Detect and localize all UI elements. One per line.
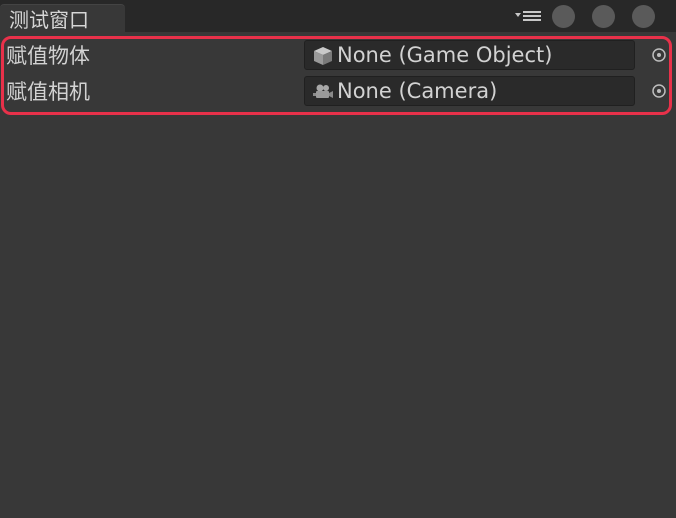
camera-object-field[interactable]: None (Camera) <box>304 76 635 106</box>
gameobject-field-label: 赋值物体 <box>6 44 90 68</box>
title-bar: 测试窗口 <box>0 0 676 32</box>
camera-field-label: 赋值相机 <box>6 80 90 104</box>
object-picker-icon[interactable] <box>651 83 667 99</box>
gameobject-object-field[interactable]: None (Game Object) <box>304 40 635 70</box>
camera-field-value: None (Camera) <box>337 79 498 103</box>
window-tab[interactable]: 测试窗口 <box>0 4 125 32</box>
tab-menu-icon[interactable] <box>513 8 543 22</box>
window-button-icon[interactable] <box>632 5 655 28</box>
window-tab-label: 测试窗口 <box>9 8 89 32</box>
gameobject-field-value: None (Game Object) <box>337 43 553 67</box>
camera-field-row: 赋值相机 None (Camera) <box>0 75 676 109</box>
window-button-icon[interactable] <box>552 5 575 28</box>
window-button-icon[interactable] <box>592 5 615 28</box>
object-picker-icon[interactable] <box>651 47 667 63</box>
camera-icon <box>312 82 334 102</box>
editor-window: 测试窗口 赋值物体 None (Game Object) 赋值相机 None (… <box>0 0 676 518</box>
gameobject-field-row: 赋值物体 None (Game Object) <box>0 39 676 73</box>
gameobject-cube-icon <box>312 46 334 66</box>
